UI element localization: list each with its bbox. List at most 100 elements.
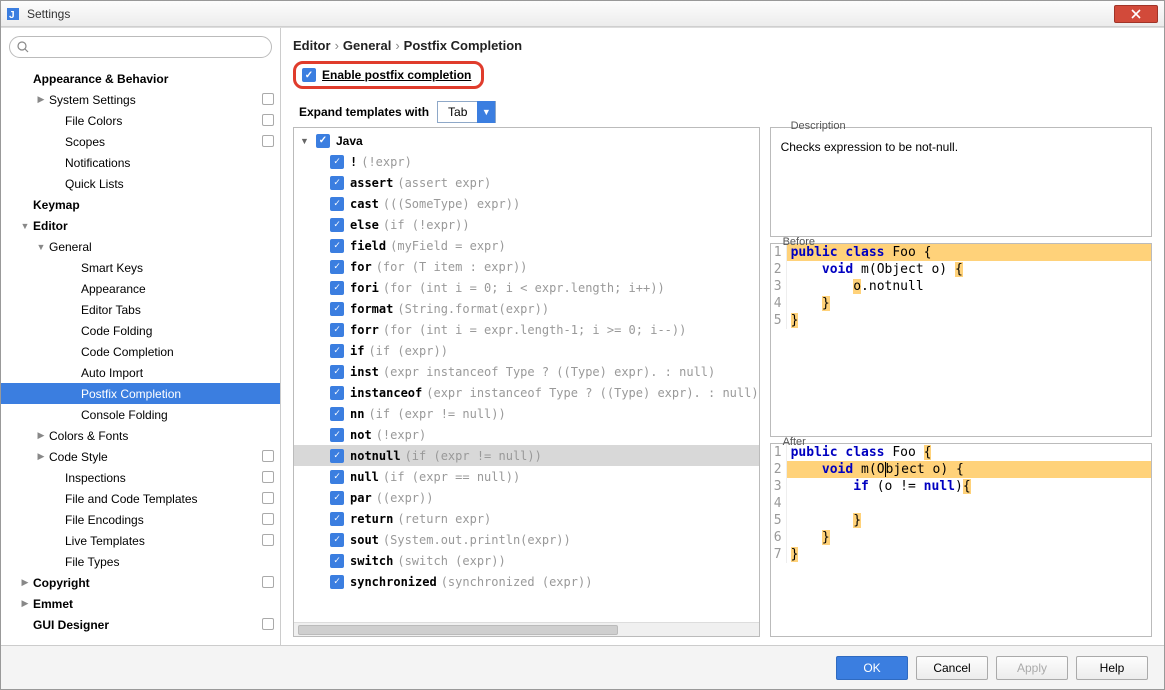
template-row[interactable]: switch(switch (expr)): [294, 550, 759, 571]
template-checkbox[interactable]: [330, 260, 344, 274]
template-group[interactable]: ▼ Java: [294, 130, 759, 151]
template-checkbox[interactable]: [330, 428, 344, 442]
code-line: 2 void m(Object o) {: [771, 461, 1151, 478]
sidebar-item[interactable]: Appearance: [1, 278, 280, 299]
code-line: 6 }: [771, 529, 1151, 546]
sidebar-item[interactable]: Scopes: [1, 131, 280, 152]
template-row[interactable]: null(if (expr == null)): [294, 466, 759, 487]
sidebar-item[interactable]: File Colors: [1, 110, 280, 131]
template-checkbox[interactable]: [330, 155, 344, 169]
template-row[interactable]: instanceof(expr instanceof Type ? ((Type…: [294, 382, 759, 403]
template-row[interactable]: else(if (!expr)): [294, 214, 759, 235]
template-row[interactable]: not(!expr): [294, 424, 759, 445]
template-checkbox[interactable]: [330, 176, 344, 190]
sidebar-item[interactable]: Code Completion: [1, 341, 280, 362]
template-row[interactable]: if(if (expr)): [294, 340, 759, 361]
expand-templates-combo[interactable]: Tab ▼: [437, 101, 496, 123]
template-row[interactable]: notnull(if (expr != null)): [294, 445, 759, 466]
settings-tree[interactable]: Appearance & Behavior▶System SettingsFil…: [1, 66, 280, 645]
after-panel: After 1public class Foo {2 void m(Object…: [770, 443, 1152, 637]
template-row[interactable]: format(String.format(expr)): [294, 298, 759, 319]
template-checkbox[interactable]: [330, 491, 344, 505]
template-row[interactable]: par((expr)): [294, 487, 759, 508]
template-checkbox[interactable]: [330, 239, 344, 253]
template-row[interactable]: sout(System.out.println(expr)): [294, 529, 759, 550]
template-row[interactable]: assert(assert expr): [294, 172, 759, 193]
template-row[interactable]: inst(expr instanceof Type ? ((Type) expr…: [294, 361, 759, 382]
scope-icon: [262, 492, 274, 504]
settings-window: J Settings Appearance & Behavior▶System …: [0, 0, 1165, 690]
template-checkbox[interactable]: [330, 281, 344, 295]
sidebar-item[interactable]: Postfix Completion: [1, 383, 280, 404]
template-checkbox[interactable]: [330, 512, 344, 526]
sidebar-item-label: System Settings: [47, 93, 136, 107]
sidebar-item-label: File and Code Templates: [63, 492, 198, 506]
sidebar-item-label: Copyright: [31, 576, 90, 590]
template-row[interactable]: forr(for (int i = expr.length-1; i >= 0;…: [294, 319, 759, 340]
chevron-down-icon: ▼: [477, 101, 495, 123]
sidebar-item-label: Editor: [31, 219, 68, 233]
sidebar-item-label: Code Completion: [79, 345, 174, 359]
sidebar-item[interactable]: Live Templates: [1, 530, 280, 551]
sidebar-item-label: Emmet: [31, 597, 73, 611]
close-button[interactable]: [1114, 5, 1158, 23]
sidebar-item[interactable]: Smart Keys: [1, 257, 280, 278]
sidebar-item-label: Quick Lists: [63, 177, 124, 191]
sidebar-item[interactable]: Console Folding: [1, 404, 280, 425]
template-checkbox[interactable]: [330, 533, 344, 547]
template-row[interactable]: cast(((SomeType) expr)): [294, 193, 759, 214]
sidebar-item[interactable]: ▶Colors & Fonts: [1, 425, 280, 446]
template-row[interactable]: !(!expr): [294, 151, 759, 172]
template-checkbox[interactable]: [330, 449, 344, 463]
template-row[interactable]: fori(for (int i = 0; i < expr.length; i+…: [294, 277, 759, 298]
dialog-footer: OK Cancel Apply Help: [1, 645, 1164, 689]
sidebar-item[interactable]: Auto Import: [1, 362, 280, 383]
sidebar-item[interactable]: File Types: [1, 551, 280, 572]
search-input[interactable]: [9, 36, 272, 58]
template-checkbox[interactable]: [330, 554, 344, 568]
main-pane: Editor›General›Postfix Completion Enable…: [281, 28, 1164, 645]
code-line: 4: [771, 495, 1151, 512]
enable-postfix-checkbox[interactable]: [302, 68, 316, 82]
template-checkbox[interactable]: [330, 386, 344, 400]
template-checkbox[interactable]: [330, 470, 344, 484]
template-row[interactable]: field(myField = expr): [294, 235, 759, 256]
template-checkbox[interactable]: [330, 218, 344, 232]
template-checkbox[interactable]: [330, 407, 344, 421]
template-checkbox[interactable]: [330, 323, 344, 337]
sidebar-item[interactable]: ▼Editor: [1, 215, 280, 236]
template-row[interactable]: return(return expr): [294, 508, 759, 529]
cancel-button[interactable]: Cancel: [916, 656, 988, 680]
sidebar-item[interactable]: Editor Tabs: [1, 299, 280, 320]
template-checkbox[interactable]: [330, 575, 344, 589]
sidebar-item[interactable]: Code Folding: [1, 320, 280, 341]
sidebar-item[interactable]: ▶System Settings: [1, 89, 280, 110]
sidebar-item[interactable]: Appearance & Behavior: [1, 68, 280, 89]
template-row[interactable]: synchronized(synchronized (expr)): [294, 571, 759, 592]
sidebar-item[interactable]: Notifications: [1, 152, 280, 173]
template-row[interactable]: nn(if (expr != null)): [294, 403, 759, 424]
template-checkbox[interactable]: [330, 365, 344, 379]
template-row[interactable]: for(for (T item : expr)): [294, 256, 759, 277]
sidebar-item[interactable]: ▶Code Style: [1, 446, 280, 467]
sidebar-item[interactable]: GUI Designer: [1, 614, 280, 635]
apply-button[interactable]: Apply: [996, 656, 1068, 680]
sidebar-item[interactable]: File and Code Templates: [1, 488, 280, 509]
help-button[interactable]: Help: [1076, 656, 1148, 680]
scope-icon: [262, 135, 274, 147]
ok-button[interactable]: OK: [836, 656, 908, 680]
template-checkbox[interactable]: [330, 197, 344, 211]
templates-list[interactable]: ▼ Java!(!expr)assert(assert expr)cast(((…: [294, 128, 759, 622]
sidebar-item[interactable]: File Encodings: [1, 509, 280, 530]
horizontal-scrollbar[interactable]: [294, 622, 759, 636]
sidebar-item[interactable]: ▶Emmet: [1, 593, 280, 614]
breadcrumb: Editor›General›Postfix Completion: [293, 38, 1152, 53]
sidebar-item[interactable]: Inspections: [1, 467, 280, 488]
template-checkbox[interactable]: [330, 302, 344, 316]
template-checkbox[interactable]: [330, 344, 344, 358]
scope-icon: [262, 93, 274, 105]
sidebar-item[interactable]: ▼General: [1, 236, 280, 257]
sidebar-item[interactable]: Quick Lists: [1, 173, 280, 194]
sidebar-item[interactable]: Keymap: [1, 194, 280, 215]
sidebar-item[interactable]: ▶Copyright: [1, 572, 280, 593]
